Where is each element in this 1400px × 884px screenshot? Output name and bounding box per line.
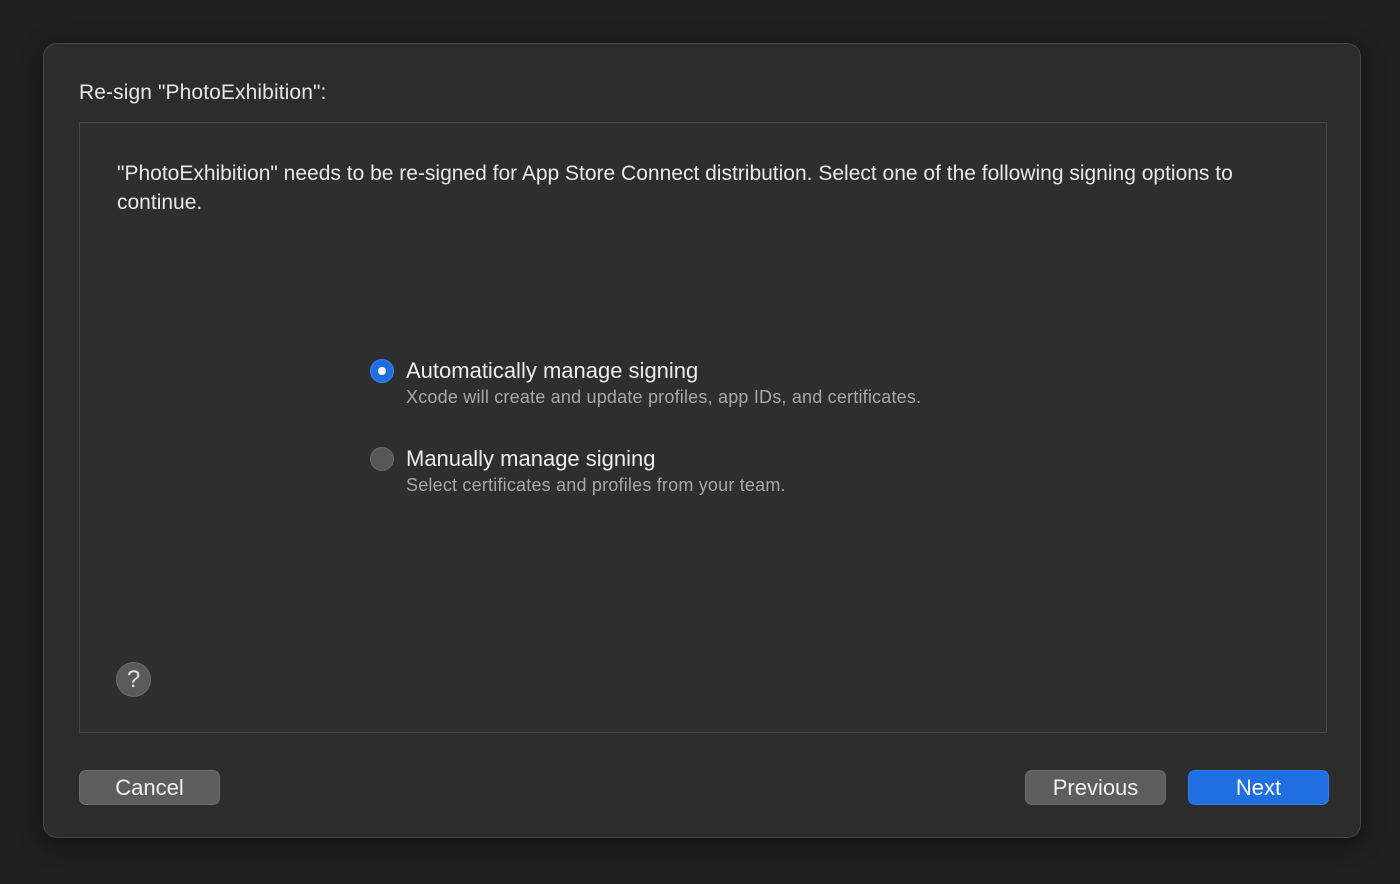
automatic-signing-description: Xcode will create and update profiles, a… <box>406 387 922 407</box>
automatic-signing-label[interactable]: Automatically manage signing <box>406 358 698 384</box>
cancel-button[interactable]: Cancel <box>79 770 220 805</box>
previous-button[interactable]: Previous <box>1025 770 1166 805</box>
manual-signing-description: Select certificates and profiles from yo… <box>406 475 786 495</box>
automatic-signing-radio[interactable] <box>370 359 394 383</box>
manual-signing-radio[interactable] <box>370 447 394 471</box>
help-button[interactable]: ? <box>116 662 151 697</box>
dialog-title: Re-sign "PhotoExhibition": <box>79 81 327 104</box>
next-button[interactable]: Next <box>1188 770 1329 805</box>
resign-dialog-sheet: Re-sign "PhotoExhibition": "PhotoExhibit… <box>43 43 1361 838</box>
dialog-description: "PhotoExhibition" needs to be re-signed … <box>117 162 1233 214</box>
manual-signing-label[interactable]: Manually manage signing <box>406 446 656 472</box>
content-panel: "PhotoExhibition" needs to be re-signed … <box>79 122 1327 733</box>
